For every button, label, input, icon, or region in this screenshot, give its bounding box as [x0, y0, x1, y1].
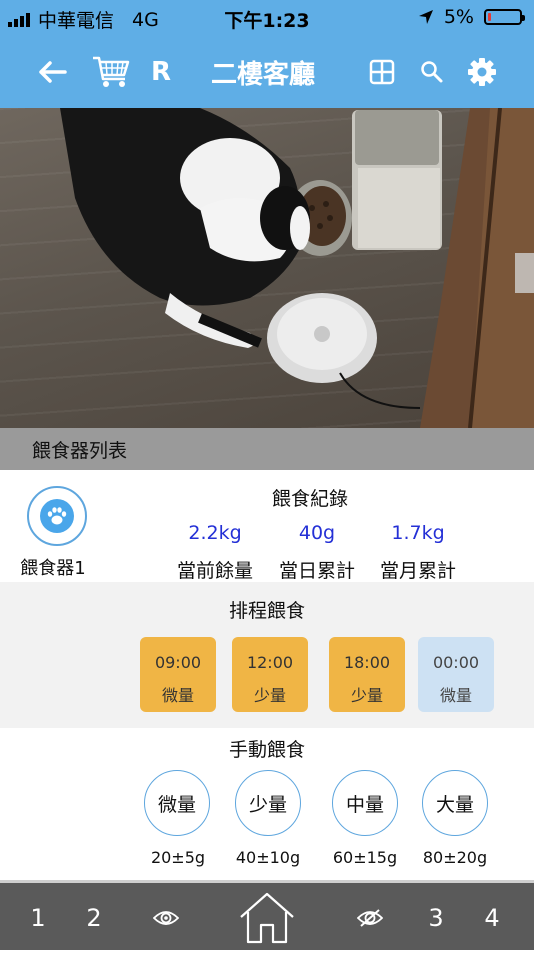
schedule-time: 12:00	[246, 653, 294, 672]
manual-feed-small-range: 40±10g	[235, 848, 301, 867]
schedule-item[interactable]: 18:00 少量	[329, 637, 405, 712]
camera-feed[interactable]	[0, 108, 534, 428]
daily-total-value: 40g	[298, 522, 336, 544]
battery-icon	[484, 9, 525, 25]
feeder-icon-button[interactable]	[27, 486, 87, 546]
page-title: 二樓客廳	[210, 59, 315, 90]
tab-2[interactable]: 2	[78, 883, 110, 953]
eye-off-icon	[357, 909, 383, 927]
tab-3[interactable]: 3	[420, 883, 452, 953]
manual-feed-tiny-button[interactable]: 微量	[144, 770, 210, 836]
show-view-button[interactable]	[146, 883, 186, 953]
manual-feed-large-range: 80±20g	[422, 848, 488, 867]
schedule-amount: 微量	[439, 686, 472, 705]
camera-image	[60, 108, 534, 428]
daily-total-label: 當日累計	[278, 560, 355, 582]
grid-icon	[369, 59, 395, 85]
manual-feed-large-button[interactable]: 大量	[422, 770, 488, 836]
manual-feed-tiny-range: 20±5g	[150, 848, 206, 867]
grid-view-button[interactable]	[364, 36, 400, 108]
feeding-record-title: 餵食紀錄	[271, 488, 348, 510]
schedule-time: 00:00	[432, 653, 480, 672]
monthly-total-label: 當月累計	[379, 560, 456, 582]
battery-percent: 5%	[443, 6, 474, 28]
tab-4[interactable]: 4	[476, 883, 508, 953]
back-button[interactable]	[30, 36, 74, 108]
schedule-title: 排程餵食	[228, 600, 305, 622]
schedule-item[interactable]: 09:00 微量	[140, 637, 216, 712]
monthly-total-value: 1.7kg	[391, 522, 445, 544]
schedule-item[interactable]: 12:00 少量	[232, 637, 308, 712]
schedule-item[interactable]: 00:00 微量	[418, 637, 494, 712]
paw-icon	[47, 507, 67, 525]
schedule-time: 09:00	[154, 653, 202, 672]
manual-feed-medium-range: 60±15g	[332, 848, 398, 867]
hide-view-button[interactable]	[350, 883, 390, 953]
manual-feed-small-button[interactable]: 少量	[235, 770, 301, 836]
search-icon	[421, 61, 443, 83]
schedule-amount: 少量	[253, 686, 286, 705]
schedule-amount: 微量	[161, 686, 194, 705]
feeder-list-header: 餵食器列表	[0, 428, 534, 470]
eye-icon	[153, 911, 179, 925]
schedule-amount: 少量	[350, 686, 383, 705]
current-remaining-label: 當前餘量	[176, 560, 253, 582]
manual-feed-title: 手動餵食	[228, 739, 305, 761]
gear-icon	[468, 58, 496, 86]
location-arrow-icon	[418, 10, 433, 24]
bottom-tab-bar: 1 2 3 4	[0, 880, 534, 950]
nav-bar: R 二樓客廳	[0, 36, 534, 108]
home-button[interactable]	[232, 883, 302, 953]
status-bar: 中華電信 4G 下午1:23 5%	[0, 0, 534, 36]
current-remaining-value: 2.2kg	[188, 522, 242, 544]
cart-button[interactable]	[88, 36, 134, 108]
feeder-name: 餵食器1	[20, 558, 86, 579]
manual-feed-medium-button[interactable]: 中量	[332, 770, 398, 836]
tab-1[interactable]: 1	[22, 883, 54, 953]
search-button[interactable]	[416, 36, 448, 108]
home-icon	[240, 892, 294, 944]
schedule-time: 18:00	[343, 653, 391, 672]
arrow-left-icon	[39, 61, 67, 83]
settings-button[interactable]	[464, 36, 500, 108]
cart-icon	[93, 56, 130, 87]
